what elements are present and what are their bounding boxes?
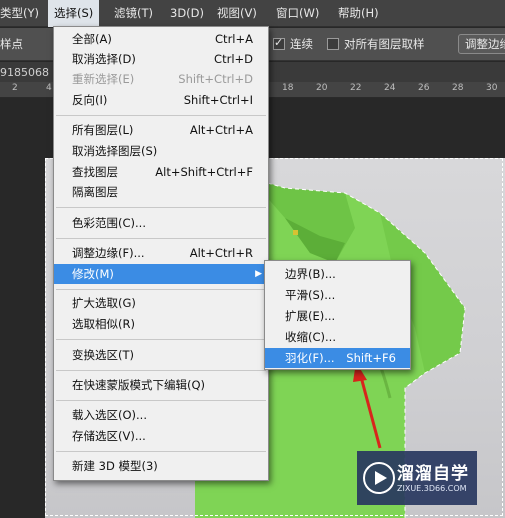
contiguous-label: 连续 — [290, 37, 313, 51]
menu-item-label: 调整边缘(F)... — [72, 246, 145, 260]
menu-item-grow[interactable]: 扩大选取(G) — [54, 293, 268, 313]
menu-separator — [56, 207, 266, 208]
menu-item-transform-selection[interactable]: 变换选区(T) — [54, 345, 268, 365]
menu-item-modify[interactable]: 修改(M) ▶ — [54, 264, 268, 284]
menu-item-label: 重新选择(E) — [72, 72, 135, 86]
submenu-item-smooth[interactable]: 平滑(S)... — [265, 285, 410, 305]
menu-item-label: 修改(M) — [72, 267, 114, 281]
menu-item-shortcut: Ctrl+A — [215, 32, 253, 46]
menu-separator — [56, 238, 266, 239]
menu-window[interactable]: 窗口(W) — [276, 0, 319, 27]
menu-item-label: 反向(I) — [72, 93, 108, 107]
menu-item-all[interactable]: 全部(A) Ctrl+A — [54, 29, 268, 49]
watermark-title: 溜溜自学 — [397, 464, 469, 484]
submenu-item-expand[interactable]: 扩展(E)... — [265, 306, 410, 326]
menu-item-find-layers[interactable]: 查找图层 Alt+Shift+Ctrl+F — [54, 162, 268, 182]
menu-item-new-3d-model[interactable]: 新建 3D 模型(3) — [54, 456, 268, 476]
menu-separator — [56, 289, 266, 290]
menu-type[interactable]: 类型(Y) — [0, 0, 39, 27]
submenu-item-contract[interactable]: 收缩(C)... — [265, 327, 410, 347]
menu-item-label: 新建 3D 模型(3) — [72, 459, 158, 473]
menu-item-save-selection[interactable]: 存储选区(V)... — [54, 426, 268, 446]
menu-item-shortcut: Alt+Ctrl+A — [189, 123, 253, 137]
menu-select[interactable]: 选择(S) — [48, 0, 100, 27]
watermark-logo: 溜溜自学 ZIXUE.3D66.COM — [357, 451, 477, 505]
play-logo-icon — [363, 462, 395, 494]
ruler-number: 4 — [46, 83, 52, 93]
menu-item-shortcut: Shift+Ctrl+I — [183, 93, 253, 107]
menu-filter[interactable]: 滤镜(T) — [114, 0, 153, 27]
menu-item-label: 查找图层 — [72, 165, 118, 179]
menu-item-deselect-layers[interactable]: 取消选择图层(S) — [54, 141, 268, 161]
ruler-number: 20 — [316, 83, 328, 93]
menu-item-label: 取消选择图层(S) — [72, 144, 158, 158]
refine-edge-button[interactable]: 调整边缘 — [458, 34, 505, 54]
menu-item-label: 选取相似(R) — [72, 317, 135, 331]
menu-item-label: 变换选区(T) — [72, 348, 134, 362]
menu-view[interactable]: 视图(V) — [217, 0, 257, 27]
menu-item-label: 取消选择(D) — [72, 52, 136, 66]
menu-item-shortcut: Alt+Ctrl+R — [189, 246, 253, 260]
submenu-item-feather[interactable]: 羽化(F)... Shift+F6 — [265, 348, 410, 368]
ruler-number: 24 — [384, 83, 396, 93]
ruler-number: 26 — [418, 83, 430, 93]
menu-item-load-selection[interactable]: 载入选区(O)... — [54, 405, 268, 425]
menu-separator — [56, 115, 266, 116]
modify-submenu: 边界(B)... 平滑(S)... 扩展(E)... 收缩(C)... 羽化(F… — [264, 260, 411, 370]
menu-item-shortcut: Shift+F6 — [346, 351, 396, 365]
menu-item-label: 边界(B)... — [285, 267, 336, 281]
sample-size-select[interactable]: 样点 — [0, 36, 23, 52]
menu-item-label: 扩大选取(G) — [72, 296, 136, 310]
sample-all-layers-checkbox[interactable] — [327, 38, 339, 50]
menu-item-label: 隔离图层 — [72, 185, 118, 199]
sample-all-layers-label: 对所有图层取样 — [344, 37, 425, 51]
submenu-item-border[interactable]: 边界(B)... — [265, 264, 410, 284]
menu-item-isolate-layers[interactable]: 隔离图层 — [54, 182, 268, 202]
menu-item-label: 扩展(E)... — [285, 309, 336, 323]
watermark-url: ZIXUE.3D66.COM — [397, 484, 467, 493]
document-title: 9185068 — [0, 66, 49, 79]
menu-item-label: 色彩范围(C)... — [72, 216, 146, 230]
menu-item-deselect[interactable]: 取消选择(D) Ctrl+D — [54, 49, 268, 69]
menu-item-inverse[interactable]: 反向(I) Shift+Ctrl+I — [54, 90, 268, 110]
menu-item-quick-mask[interactable]: 在快速蒙版模式下编辑(Q) — [54, 375, 268, 395]
menu-item-label: 平滑(S)... — [285, 288, 336, 302]
menu-separator — [56, 339, 266, 340]
submenu-arrow-icon: ▶ — [255, 269, 262, 279]
menu-item-shortcut: Alt+Shift+Ctrl+F — [155, 165, 253, 179]
menu-item-label: 全部(A) — [72, 32, 112, 46]
menu-item-shortcut: Shift+Ctrl+D — [178, 72, 253, 86]
menu-help[interactable]: 帮助(H) — [338, 0, 379, 27]
ruler-number: 22 — [350, 83, 362, 93]
contiguous-checkbox[interactable] — [273, 36, 285, 50]
menu-item-refine-edge[interactable]: 调整边缘(F)... Alt+Ctrl+R — [54, 243, 268, 263]
ruler-number: 28 — [452, 83, 464, 93]
menu-item-similar[interactable]: 选取相似(R) — [54, 314, 268, 334]
menu-separator — [56, 451, 266, 452]
menu-item-label: 收缩(C)... — [285, 330, 336, 344]
ruler-number: 30 — [486, 83, 498, 93]
ruler-number: 18 — [282, 83, 294, 93]
menu-item-label: 羽化(F)... — [285, 351, 335, 365]
menu-item-label: 在快速蒙版模式下编辑(Q) — [72, 378, 206, 392]
menu-item-label: 载入选区(O)... — [72, 408, 147, 422]
menu-item-color-range[interactable]: 色彩范围(C)... — [54, 213, 268, 233]
menu-item-label: 所有图层(L) — [72, 123, 134, 137]
select-menu: 全部(A) Ctrl+A 取消选择(D) Ctrl+D 重新选择(E) Shif… — [53, 26, 269, 481]
menu-item-all-layers[interactable]: 所有图层(L) Alt+Ctrl+A — [54, 120, 268, 140]
menu-separator — [56, 400, 266, 401]
menu-item-label: 存储选区(V)... — [72, 429, 146, 443]
menu-separator — [56, 370, 266, 371]
ruler-number: 2 — [12, 83, 18, 93]
menu-item-shortcut: Ctrl+D — [214, 52, 253, 66]
menu-bar: 类型(Y) 选择(S) 滤镜(T) 3D(D) 视图(V) 窗口(W) 帮助(H… — [0, 0, 505, 27]
menu-item-reselect: 重新选择(E) Shift+Ctrl+D — [54, 69, 268, 89]
menu-3d[interactable]: 3D(D) — [170, 0, 204, 27]
